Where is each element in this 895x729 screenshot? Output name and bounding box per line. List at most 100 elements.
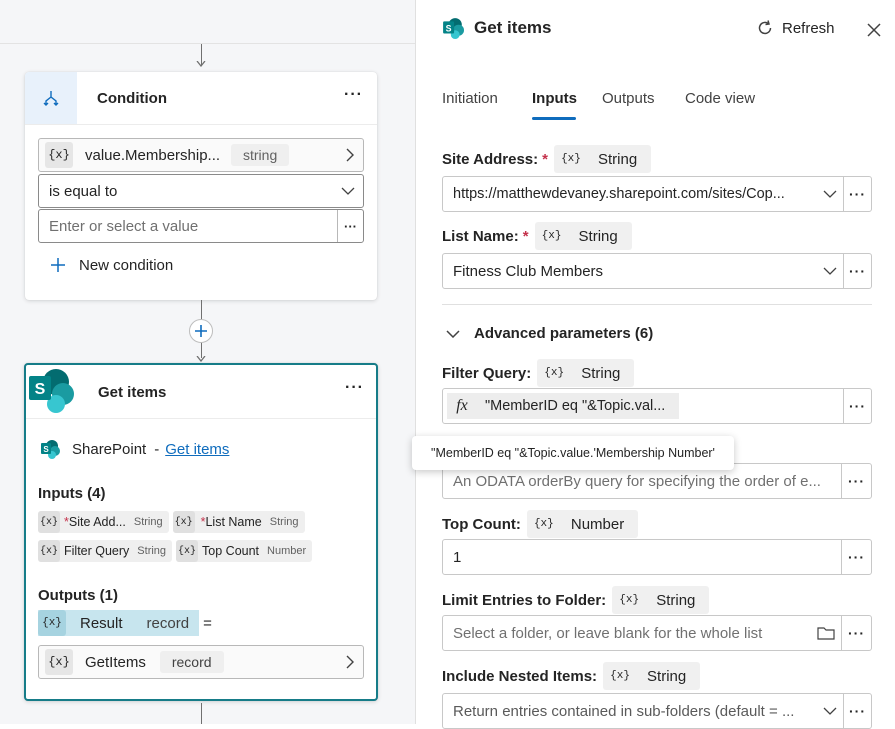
- nested-items-more-button[interactable]: ···: [843, 694, 871, 728]
- active-tab-indicator: [532, 117, 576, 120]
- section-divider: [442, 304, 872, 305]
- site-address-type: {x} String: [553, 145, 652, 173]
- svg-text:S: S: [43, 445, 49, 454]
- new-condition-button[interactable]: New condition: [49, 256, 173, 274]
- variable-icon: {x}: [45, 142, 73, 168]
- folder-icon[interactable]: [811, 626, 841, 640]
- list-name-select[interactable]: Fitness Club Members ···: [442, 253, 872, 289]
- sharepoint-small-icon: S: [41, 440, 60, 459]
- tab-inputs[interactable]: Inputs: [532, 90, 577, 107]
- condition-branch-icon: [25, 72, 77, 124]
- list-name-label: List Name: * {x} String: [442, 222, 632, 250]
- chevron-right-icon[interactable]: [345, 148, 355, 162]
- condition-variable-type: string: [231, 144, 290, 166]
- add-step-button[interactable]: [189, 319, 213, 343]
- refresh-button[interactable]: Refresh: [756, 19, 835, 37]
- top-count-input[interactable]: 1 ···: [442, 539, 872, 575]
- chevron-right-icon[interactable]: [345, 655, 355, 669]
- top-count-more-button[interactable]: ···: [841, 540, 871, 574]
- tab-code-view[interactable]: Code view: [685, 90, 755, 107]
- output-name: Result: [80, 614, 123, 632]
- canvas-divider: [0, 43, 415, 44]
- limit-folder-label: Limit Entries to Folder: {x} String: [442, 586, 710, 614]
- new-condition-label: New condition: [79, 256, 174, 274]
- order-by-more-button[interactable]: ···: [841, 464, 871, 498]
- get-items-card[interactable]: S Get items ··· S SharePoint - Get items…: [24, 363, 378, 701]
- top-count-type: {x} Number: [526, 510, 639, 538]
- nested-items-type: {x} String: [603, 662, 701, 690]
- tab-initiation[interactable]: Initiation: [442, 90, 498, 107]
- nested-items-placeholder: Return entries contained in sub-folders …: [453, 702, 795, 720]
- filter-query-expression-chip[interactable]: fx "MemberID eq "&Topic.val...: [447, 393, 680, 419]
- connector-separator: -: [154, 440, 160, 458]
- limit-folder-type: {x} String: [612, 586, 710, 614]
- filter-query-more-button[interactable]: ···: [843, 389, 871, 423]
- get-items-title: Get items: [98, 383, 167, 401]
- panel-title: Get items: [474, 18, 552, 37]
- filter-query-type: {x} String: [537, 359, 635, 387]
- advanced-parameters-label: Advanced parameters (6): [474, 325, 654, 342]
- assign-variable-type: record: [159, 651, 224, 673]
- arrow-down-icon: [196, 61, 206, 67]
- connector-name: SharePoint: [72, 440, 147, 458]
- close-icon[interactable]: [866, 22, 882, 38]
- refresh-icon: [758, 20, 772, 35]
- limit-folder-more-button[interactable]: ···: [841, 616, 871, 650]
- sharepoint-icon: S: [26, 366, 78, 418]
- chevron-down-icon: [817, 707, 843, 715]
- condition-card[interactable]: Condition ··· {x} value.Membership... st…: [25, 72, 377, 300]
- variable-icon: {x}: [45, 649, 73, 675]
- flow-canvas[interactable]: Condition ··· {x} value.Membership... st…: [0, 0, 415, 724]
- list-name-type: {x} String: [534, 222, 632, 250]
- limit-folder-input[interactable]: Select a folder, or leave blank for the …: [442, 615, 872, 651]
- filter-query-input[interactable]: fx "MemberID eq "&Topic.val... ···: [442, 388, 872, 424]
- chevron-down-icon: [446, 329, 460, 338]
- advanced-parameters-toggle[interactable]: Advanced parameters (6): [446, 325, 653, 342]
- condition-value-input[interactable]: Enter or select a value ···: [38, 209, 364, 243]
- filter-query-value: "MemberID eq "&Topic.val...: [485, 398, 666, 414]
- plus-icon: [51, 258, 65, 272]
- condition-variable-field[interactable]: {x} value.Membership... string: [38, 138, 364, 172]
- tooltip-text: "MemberID eq "&Topic.value.'Membership N…: [431, 446, 715, 460]
- limit-folder-placeholder: Select a folder, or leave blank for the …: [453, 624, 763, 642]
- properties-panel: S Get items Refresh Initiation Inputs Ou…: [415, 0, 895, 729]
- list-name-more-button[interactable]: ···: [843, 254, 871, 288]
- condition-title: Condition: [97, 89, 167, 107]
- site-address-more-button[interactable]: ···: [843, 177, 871, 211]
- tab-outputs[interactable]: Outputs: [602, 90, 655, 107]
- list-name-value: Fitness Club Members: [453, 262, 604, 280]
- result-output-chip[interactable]: {x} Result record: [38, 610, 200, 636]
- chevron-down-icon: [817, 267, 843, 275]
- order-by-placeholder: An ODATA orderBy query for specifying th…: [453, 472, 821, 490]
- condition-variable-name: value.Membership...: [85, 146, 221, 164]
- refresh-label: Refresh: [782, 19, 835, 37]
- input-chip-site-address: {x} * Site Add... String: [38, 511, 169, 533]
- connector-line: [201, 703, 202, 724]
- get-items-more-button[interactable]: ···: [345, 379, 364, 397]
- input-chip-filter-query: {x} Filter Query String: [38, 540, 173, 562]
- site-address-value: https://matthewdevaney.sharepoint.com/si…: [453, 186, 785, 202]
- condition-value-more-button[interactable]: ···: [337, 210, 363, 242]
- svg-text:S: S: [35, 381, 46, 398]
- top-count-value: 1: [453, 548, 462, 566]
- site-address-select[interactable]: https://matthewdevaney.sharepoint.com/si…: [442, 176, 872, 212]
- assign-variable-field[interactable]: {x} GetItems record: [38, 645, 364, 679]
- condition-operator-value: is equal to: [49, 182, 118, 200]
- svg-text:S: S: [446, 23, 452, 33]
- nested-items-label: Include Nested Items: {x} String: [442, 662, 701, 690]
- outputs-heading: Outputs (1): [38, 587, 118, 604]
- filter-query-label: Filter Query: {x} String: [442, 359, 635, 387]
- condition-more-button[interactable]: ···: [344, 86, 363, 104]
- input-chip-top-count: {x} Top Count Number: [176, 540, 313, 562]
- function-icon: fx: [456, 397, 468, 414]
- condition-operator-select[interactable]: is equal to: [38, 174, 364, 208]
- input-chip-list-name: {x} * List Name String: [172, 511, 305, 533]
- get-items-link[interactable]: Get items: [165, 441, 229, 458]
- assign-variable-name: GetItems: [85, 653, 146, 671]
- chevron-down-icon: [817, 190, 843, 198]
- equals-sign: =: [203, 614, 212, 632]
- inputs-heading: Inputs (4): [38, 485, 106, 502]
- output-type: record: [146, 614, 190, 632]
- chevron-down-icon: [341, 187, 355, 195]
- plus-icon: [195, 325, 207, 337]
